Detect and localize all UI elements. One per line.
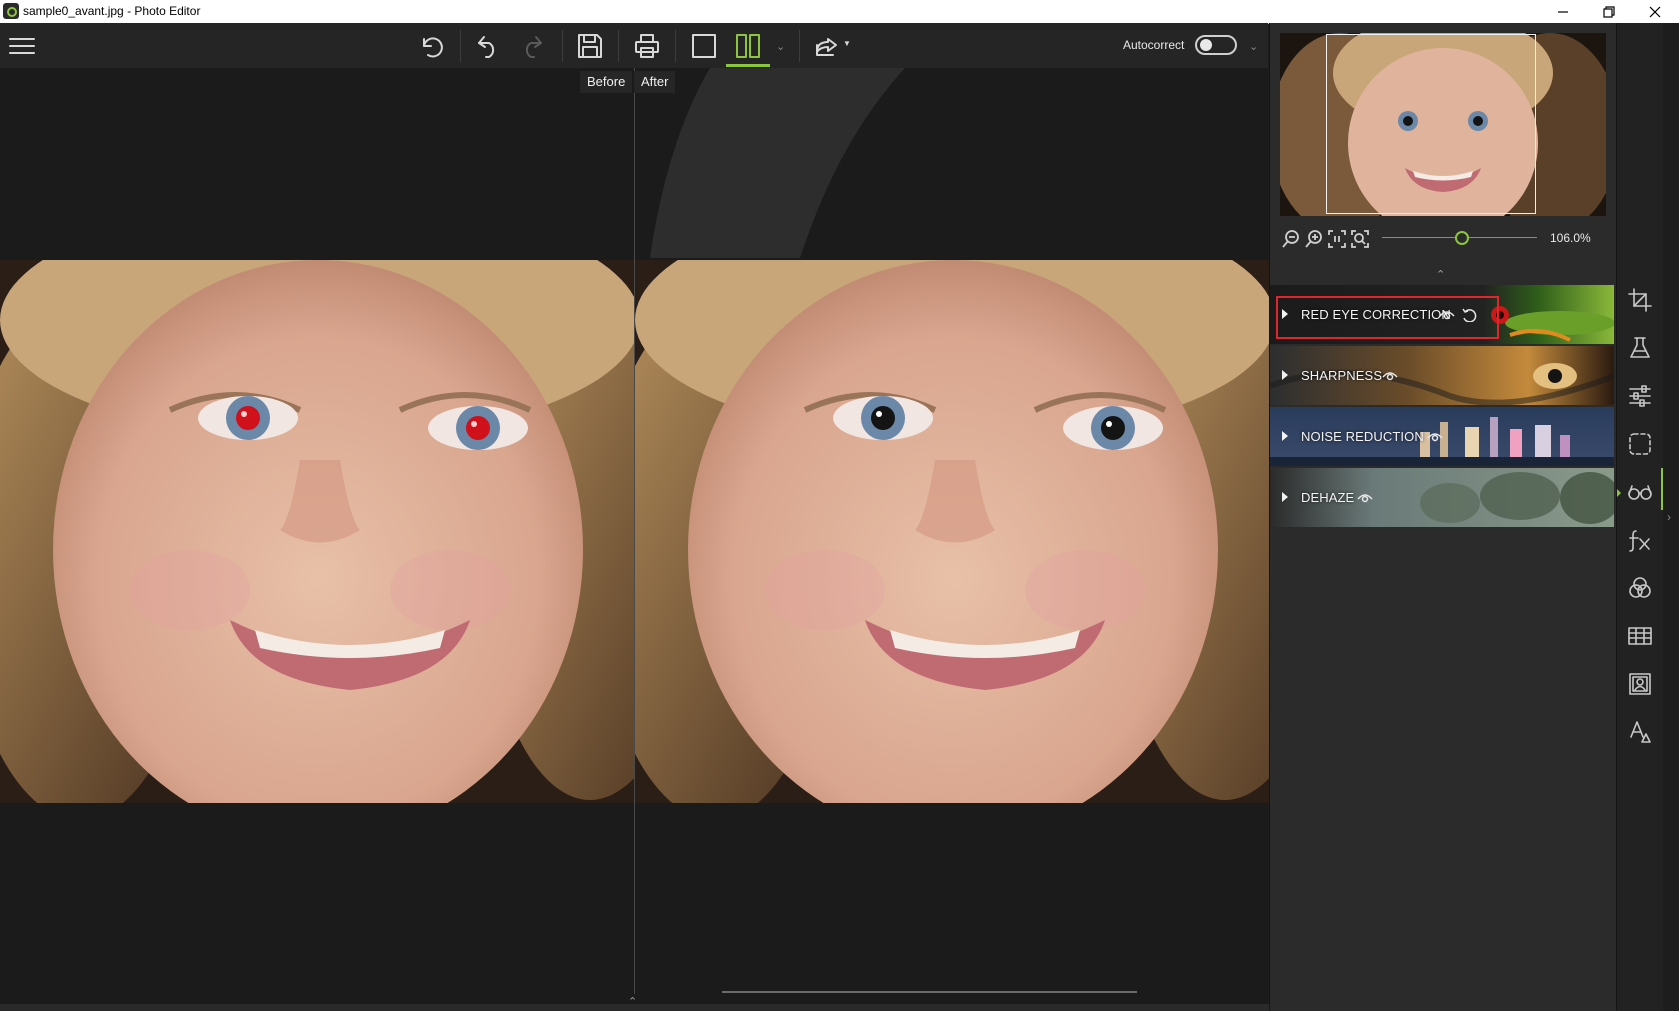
toolbar-separator <box>562 30 563 62</box>
save-icon <box>578 34 602 58</box>
text-tool-button[interactable] <box>1626 718 1654 746</box>
app-logo-icon <box>3 3 19 19</box>
expand-triangle-icon <box>1282 431 1288 441</box>
share-icon <box>816 38 837 56</box>
print-icon <box>635 34 659 58</box>
before-label: Before <box>580 71 633 93</box>
share-button[interactable] <box>810 29 844 63</box>
highlight-annotation-box <box>1276 296 1499 339</box>
visibility-eye-icon[interactable] <box>1382 369 1398 381</box>
zoom-out-button[interactable] <box>1280 228 1302 250</box>
toolbar-separator <box>618 30 619 62</box>
color-circles-icon <box>1629 577 1651 598</box>
fit-to-screen-icon <box>1351 230 1369 248</box>
frame-grid-icon <box>1628 627 1652 645</box>
effect-dehaze[interactable]: DEHAZE <box>1270 468 1614 527</box>
adjustments-tool-button[interactable] <box>1626 382 1654 410</box>
navigator-viewport-frame[interactable] <box>1326 34 1536 214</box>
redo-icon <box>525 36 542 58</box>
zoom-out-icon <box>1282 230 1299 248</box>
active-tool-pointer <box>1617 489 1621 497</box>
corrections-tool-button[interactable] <box>1626 478 1654 506</box>
lab-flask-icon <box>1630 337 1650 358</box>
zoom-slider-thumb[interactable] <box>1454 231 1469 245</box>
expand-triangle-icon <box>1282 492 1288 502</box>
after-photo <box>635 260 1269 803</box>
glasses-icon <box>1628 485 1652 500</box>
zoom-in-icon <box>1305 230 1322 248</box>
effect-label: NOISE REDUCTION <box>1301 429 1424 444</box>
visibility-eye-icon[interactable] <box>1357 491 1373 503</box>
single-view-icon <box>692 34 716 58</box>
split-view-icon <box>736 34 760 58</box>
before-photo <box>0 260 634 803</box>
effect-noise-reduction[interactable]: NOISE REDUCTION <box>1270 407 1614 466</box>
undo-button[interactable] <box>471 29 505 63</box>
autocorrect-toggle[interactable] <box>1195 35 1237 55</box>
share-dropdown-icon[interactable]: ▼ <box>843 39 851 48</box>
hamburger-icon <box>9 38 35 54</box>
title-bar <box>0 0 1679 24</box>
autocorrect-options-icon[interactable]: ⌄ <box>1249 40 1258 53</box>
zoom-in-button[interactable] <box>1303 228 1325 250</box>
save-button[interactable] <box>573 29 607 63</box>
adjust-sliders-icon <box>1629 385 1651 407</box>
redo-button[interactable] <box>515 29 549 63</box>
undo-icon <box>478 36 495 58</box>
fx-icon <box>1629 530 1650 552</box>
selection-tool-button[interactable] <box>1626 430 1654 458</box>
effects-tool-button[interactable] <box>1626 526 1654 554</box>
visibility-eye-icon[interactable] <box>1427 430 1443 442</box>
window-title: sample0_avant.jpg - Photo Editor <box>23 4 201 18</box>
undo-all-button[interactable] <box>414 29 448 63</box>
actual-size-icon <box>1328 230 1346 248</box>
portrait-tool-button[interactable] <box>1626 670 1654 698</box>
autocorrect-label: Autocorrect <box>1123 38 1185 52</box>
crop-icon <box>1628 288 1652 312</box>
effect-label: SHARPNESS <box>1301 368 1383 383</box>
side-toolbar <box>1616 23 1663 1011</box>
minimize-icon <box>1558 10 1568 13</box>
menu-button[interactable] <box>5 29 39 63</box>
frames-tool-button[interactable] <box>1626 622 1654 650</box>
lab-tool-button[interactable] <box>1626 334 1654 362</box>
horizontal-scrollbar[interactable] <box>722 991 1137 993</box>
toolbar-separator <box>799 30 800 62</box>
selection-icon <box>1629 433 1651 455</box>
crop-tool-button[interactable] <box>1626 286 1654 314</box>
single-view-button[interactable] <box>687 29 721 63</box>
expand-triangle-icon <box>1282 370 1288 380</box>
portrait-icon <box>1629 673 1651 695</box>
split-view-button[interactable] <box>731 29 765 63</box>
undo-all-icon <box>423 37 443 58</box>
toolbar-separator <box>675 30 676 62</box>
expand-sidebar-icon[interactable]: › <box>1667 510 1671 524</box>
background-decoration <box>650 68 905 258</box>
text-icon <box>1630 721 1651 743</box>
restore-button[interactable] <box>1586 0 1632 23</box>
after-label: After <box>634 71 676 93</box>
view-mode-dropdown-icon[interactable]: ⌄ <box>776 40 785 53</box>
split-view-active-indicator <box>726 64 770 67</box>
zoom-value: 106.0% <box>1550 231 1591 245</box>
panel-edge-strip <box>1663 23 1679 1011</box>
actual-size-button[interactable] <box>1326 228 1348 250</box>
print-button[interactable] <box>630 29 664 63</box>
close-button[interactable] <box>1632 0 1678 23</box>
minimize-button[interactable] <box>1540 0 1586 23</box>
collapse-navigator-icon[interactable]: ⌃ <box>1436 268 1445 281</box>
color-tool-button[interactable] <box>1626 574 1654 602</box>
fit-to-screen-button[interactable] <box>1349 228 1371 250</box>
expand-filmstrip-icon[interactable]: ⌃ <box>628 995 637 1008</box>
toolbar-separator <box>460 30 461 62</box>
effect-label: DEHAZE <box>1301 490 1355 505</box>
effect-sharpness[interactable]: SHARPNESS <box>1270 346 1614 405</box>
restore-icon <box>1603 5 1615 18</box>
close-icon <box>1649 6 1661 17</box>
